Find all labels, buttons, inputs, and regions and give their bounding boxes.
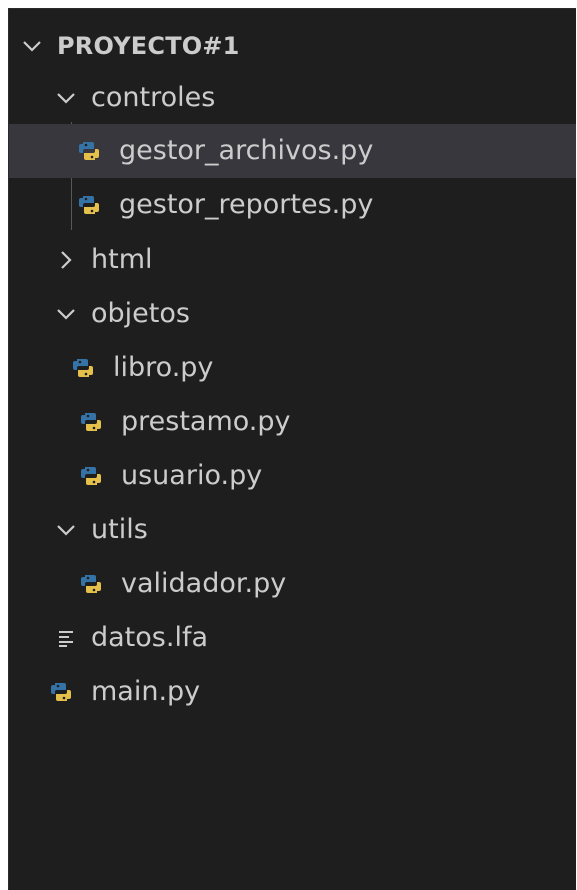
file-label: prestamo.py	[121, 406, 291, 437]
file-prestamo[interactable]: prestamo.py	[9, 395, 576, 449]
file-libro[interactable]: libro.py	[9, 341, 576, 395]
folder-objetos[interactable]: objetos	[9, 287, 576, 341]
python-file-icon	[79, 572, 103, 596]
file-label: gestor_archivos.py	[119, 135, 374, 166]
file-validador[interactable]: validador.py	[9, 557, 576, 611]
python-file-icon	[79, 410, 103, 434]
project-title: PROYECTO#1	[57, 32, 240, 60]
file-label: usuario.py	[121, 460, 263, 491]
text-file-icon	[55, 626, 79, 650]
file-datos-lfa[interactable]: datos.lfa	[9, 611, 576, 665]
file-label: validador.py	[121, 568, 287, 599]
file-explorer: PROYECTO#1 controles gestor_archivos.py	[8, 8, 576, 890]
file-label: gestor_reportes.py	[119, 189, 374, 220]
python-file-icon	[77, 193, 101, 217]
folder-utils[interactable]: utils	[9, 503, 576, 557]
file-usuario[interactable]: usuario.py	[9, 449, 576, 503]
folder-controles[interactable]: controles	[9, 71, 576, 125]
folder-html[interactable]: html	[9, 233, 576, 287]
folder-label: html	[91, 244, 153, 275]
folder-label: utils	[91, 514, 148, 545]
python-file-icon	[49, 680, 73, 704]
project-header[interactable]: PROYECTO#1	[9, 19, 576, 73]
file-label: main.py	[91, 676, 201, 707]
chevron-down-icon[interactable]	[53, 301, 79, 327]
chevron-down-icon[interactable]	[53, 85, 79, 111]
file-label: datos.lfa	[91, 622, 208, 653]
file-gestor-reportes[interactable]: gestor_reportes.py	[9, 178, 576, 232]
chevron-down-icon[interactable]	[53, 517, 79, 543]
chevron-down-icon[interactable]	[19, 33, 45, 59]
folder-label: controles	[91, 82, 216, 113]
python-file-icon	[77, 139, 101, 163]
file-label: libro.py	[113, 352, 214, 383]
chevron-right-icon[interactable]	[53, 247, 79, 273]
folder-label: objetos	[91, 298, 190, 329]
file-main[interactable]: main.py	[9, 665, 576, 719]
file-gestor-archivos[interactable]: gestor_archivos.py	[9, 124, 576, 178]
python-file-icon	[71, 356, 95, 380]
python-file-icon	[79, 464, 103, 488]
